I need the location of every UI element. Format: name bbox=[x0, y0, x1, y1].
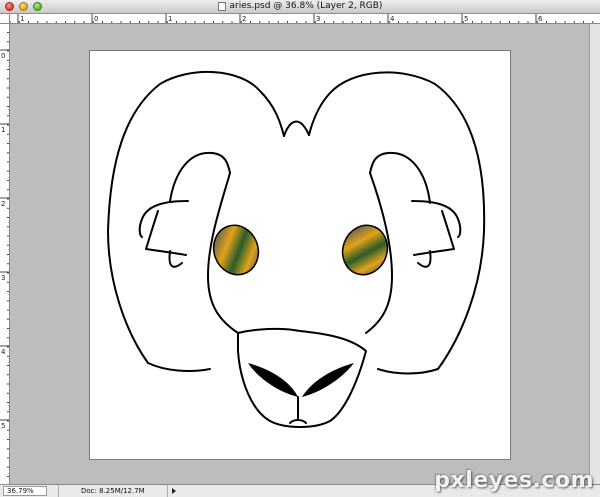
zoom-level-field[interactable]: 36.79% bbox=[3, 486, 47, 496]
ruler-label: 1 bbox=[1, 126, 5, 134]
left-jaw bbox=[147, 362, 211, 372]
right-horn-inner bbox=[369, 151, 431, 204]
vertical-ruler[interactable]: 0 1 2 3 4 5 bbox=[0, 14, 10, 484]
horizontal-ruler[interactable]: 1 0 1 2 3 4 5 6 bbox=[10, 14, 600, 24]
ruler-label: 1 bbox=[168, 15, 172, 23]
ruler-label: 4 bbox=[390, 15, 395, 23]
ruler-label: 0 bbox=[94, 15, 98, 23]
ruler-label: 1 bbox=[20, 15, 24, 23]
right-ear bbox=[411, 200, 462, 238]
muzzle bbox=[237, 327, 367, 428]
right-ear-inner bbox=[413, 210, 455, 256]
ruler-origin-corner[interactable] bbox=[0, 14, 10, 24]
window-title-bar[interactable]: aries.psd @ 36.8% (Layer 2, RGB) bbox=[0, 0, 600, 14]
document-icon bbox=[217, 2, 226, 11]
ruler-label: 3 bbox=[316, 15, 320, 23]
site-watermark: pxleyes.com bbox=[434, 468, 594, 493]
vertical-scrollbar[interactable] bbox=[589, 24, 600, 484]
vertical-ruler-ticks: 0 1 2 3 4 5 bbox=[0, 14, 9, 477]
horizontal-ruler-ticks: 1 0 1 2 3 4 5 6 bbox=[10, 14, 594, 23]
ruler-label: 2 bbox=[1, 200, 5, 208]
ram-head-artwork bbox=[107, 70, 486, 428]
ruler-label: 0 bbox=[1, 52, 5, 60]
document-canvas[interactable] bbox=[89, 50, 511, 460]
document-size-info: Doc: 8.25M/12.7M bbox=[58, 485, 168, 497]
left-horn-inner bbox=[169, 151, 231, 202]
left-ear-inner bbox=[145, 210, 187, 256]
window-title: aries.psd @ 36.8% (Layer 2, RGB) bbox=[229, 1, 383, 11]
left-horn-outline bbox=[107, 70, 285, 364]
ruler-label: 4 bbox=[1, 348, 6, 356]
left-nostril bbox=[248, 363, 298, 397]
status-menu-arrow-icon[interactable] bbox=[169, 486, 178, 496]
left-eye bbox=[212, 224, 260, 276]
ruler-label: 5 bbox=[464, 15, 468, 23]
ruler-label: 2 bbox=[242, 15, 246, 23]
right-nostril bbox=[302, 363, 354, 397]
ruler-label: 5 bbox=[1, 422, 5, 430]
forehead-arc bbox=[283, 120, 310, 137]
mouth-line bbox=[289, 396, 307, 424]
ruler-label: 6 bbox=[538, 15, 543, 23]
right-jaw bbox=[377, 368, 439, 375]
left-ear bbox=[138, 200, 189, 238]
ruler-label: 3 bbox=[1, 274, 5, 282]
